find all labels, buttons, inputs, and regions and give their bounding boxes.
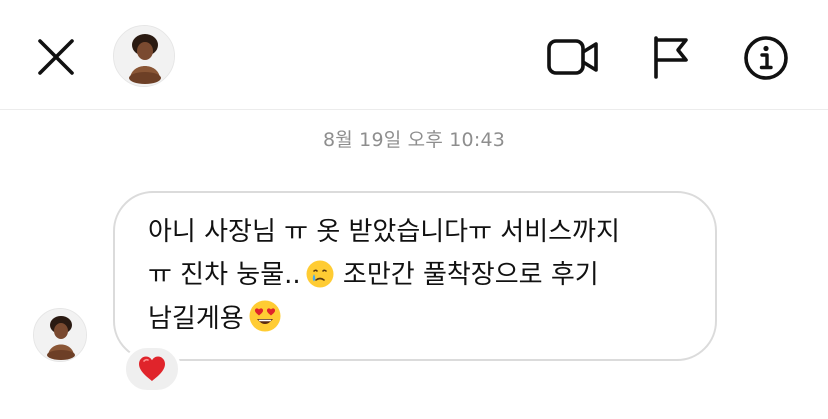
message-bubble[interactable]: 아니 사장님 ㅠ 옷 받았습니다ㅠ 서비스까지 ㅠ 진차 눙물.. 조만간 풀착…	[113, 191, 717, 361]
heart-eyes-emoji-icon	[248, 299, 282, 345]
close-icon	[38, 39, 74, 75]
message-text-line: 아니 사장님 ㅠ 옷 받았습니다ㅠ 서비스까지	[148, 217, 620, 247]
close-button[interactable]	[30, 31, 82, 83]
message-text-line: ㅠ 진차 눙물.. 조만간 풀착장으로 후기	[148, 255, 599, 301]
avatar-image	[34, 309, 86, 361]
info-button[interactable]	[740, 32, 792, 84]
report-button[interactable]	[645, 33, 695, 81]
message-timestamp: 8월 19일 오후 10:43	[322, 129, 506, 151]
message-text-line: 남길게용	[148, 299, 282, 345]
flag-icon	[654, 36, 688, 79]
message-text: 조만간 풀착장으로 후기	[334, 260, 599, 290]
message-text: 남길게용	[148, 304, 244, 334]
crying-face-emoji-icon	[305, 259, 335, 301]
info-icon	[744, 36, 788, 80]
video-camera-icon	[547, 39, 598, 75]
message-text: ㅠ 진차 눙물..	[148, 260, 301, 290]
chat-header	[0, 0, 828, 110]
avatar-image	[114, 26, 174, 86]
red-heart-icon	[139, 356, 165, 381]
video-call-button[interactable]	[544, 33, 602, 81]
sender-avatar[interactable]	[33, 308, 87, 362]
profile-avatar[interactable]	[113, 25, 175, 87]
reaction-badge[interactable]	[123, 345, 181, 393]
